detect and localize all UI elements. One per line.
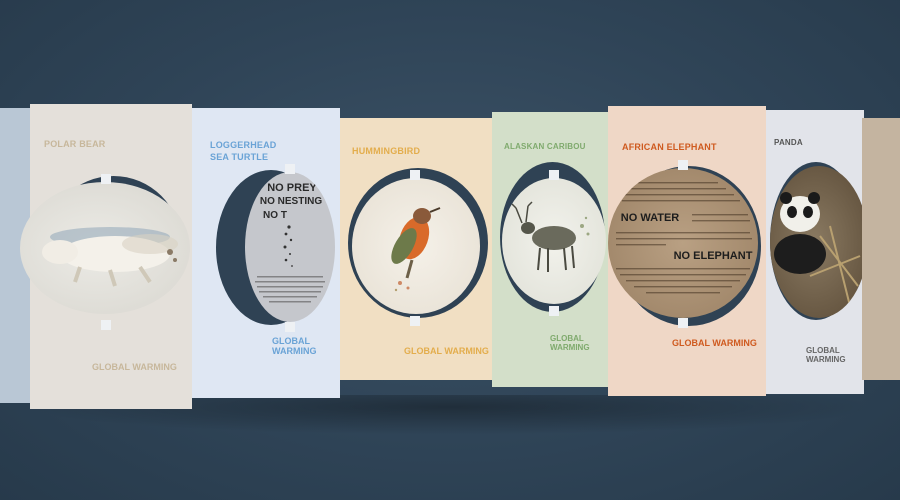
panda-eye-patch [803, 206, 813, 218]
disc-elephant: NO WATER NO ELEPHANT [608, 168, 758, 318]
panel-title-polar-bear: POLAR BEAR [44, 139, 106, 149]
panel-footer-panda: GLOBAL WARMING [806, 346, 846, 364]
paint-speck [173, 258, 177, 262]
disc-tab-top [101, 174, 111, 184]
panel-title-sea-turtle-line1: LOGGERHEAD [210, 140, 277, 150]
panda-ear [808, 192, 820, 204]
disc-tab-bottom [410, 316, 420, 326]
panel-footer-elephant: GLOBAL WARMING [672, 338, 757, 348]
panda-ear [780, 192, 792, 204]
panel-footer-caribou: GLOBAL WARMING [550, 334, 590, 352]
caribou-illustration [511, 201, 590, 272]
panel-footer-sea-turtle: GLOBAL WARMING [272, 336, 317, 356]
disc-sea-turtle: NO PREY NO NESTING NO T [245, 172, 335, 322]
accordion-book-scene: POLAR BEAR GLOBAL WARMING LOGGERHEAD SEA… [0, 0, 900, 500]
panel-title-elephant: AFRICAN ELEPHANT [622, 142, 717, 152]
polar-bear-illustration [42, 227, 178, 287]
falling-letters-illustration [255, 225, 325, 303]
panel-title-caribou: ALASKAN CARIBOU [504, 142, 586, 151]
bear-head [42, 240, 78, 264]
disc-tab-top [678, 160, 688, 170]
paint-speck [167, 249, 173, 255]
disc-tab-top [410, 170, 420, 180]
panel-title-panda: PANDA [774, 138, 803, 147]
panel-title-hummingbird: HUMMINGBIRD [352, 146, 421, 156]
hummingbird-illustration [391, 207, 441, 292]
panda-illustration [774, 192, 861, 307]
disc-panda [770, 166, 868, 318]
disc-tab-bottom [678, 318, 688, 328]
disc-tab-bottom [101, 320, 111, 330]
bird-beak [429, 207, 441, 213]
bird-head [413, 208, 431, 224]
panel-title-sea-turtle-line2: SEA TURTLE [210, 152, 269, 162]
caribou-antlers [511, 201, 533, 224]
panel-footer-polar-bear: GLOBAL WARMING [92, 362, 177, 372]
disc-polar-bear [20, 182, 190, 314]
disc-tab-top [549, 170, 559, 180]
caribou-head [521, 222, 535, 234]
disc-tab-bottom [285, 322, 295, 332]
panel-footer-hummingbird: GLOBAL WARMING [404, 346, 489, 356]
bird-legs [405, 259, 414, 279]
caribou-body [532, 226, 576, 250]
right-edge-panel [862, 118, 900, 380]
disc-tab-top [285, 164, 295, 174]
disc-tab-bottom [549, 306, 559, 316]
elephant-text-lines [616, 182, 752, 294]
disc-hummingbird [352, 178, 480, 314]
panda-body [774, 234, 826, 274]
disc-caribou [502, 178, 606, 304]
panda-eye-patch [787, 206, 797, 218]
